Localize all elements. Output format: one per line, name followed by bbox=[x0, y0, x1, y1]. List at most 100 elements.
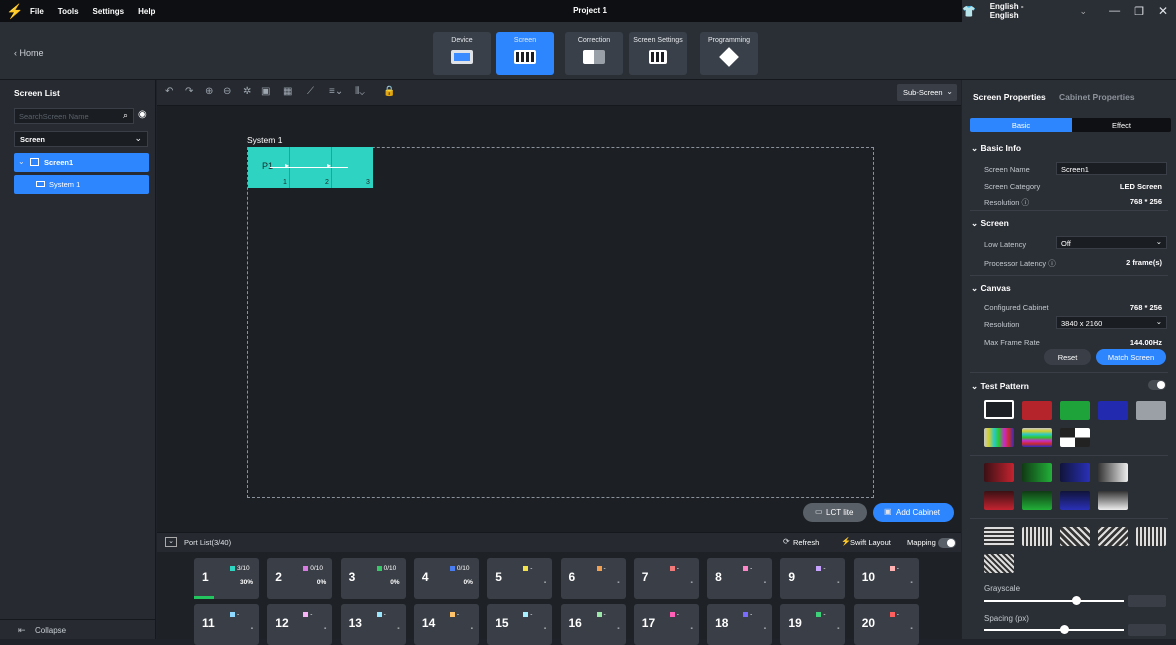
align-icon[interactable]: ≡⌄ bbox=[329, 86, 343, 97]
collapse-port-list-icon[interactable]: ⌄ bbox=[165, 537, 177, 547]
reset-button[interactable]: Reset bbox=[1044, 349, 1091, 365]
tree-item-screen1[interactable]: ⌄ Screen1 bbox=[14, 153, 149, 172]
pattern-diagonal-lines[interactable] bbox=[1060, 527, 1090, 546]
pattern-blue-gradient[interactable] bbox=[1060, 463, 1090, 482]
divider bbox=[970, 372, 1168, 373]
expand-chevron-icon[interactable]: ⌄ bbox=[18, 157, 25, 166]
subtab-effect[interactable]: Effect bbox=[1072, 118, 1171, 132]
nav-screen-settings-button[interactable]: Screen Settings bbox=[629, 32, 687, 75]
menu-tools[interactable]: Tools bbox=[58, 7, 79, 16]
home-link[interactable]: ‹ Home bbox=[14, 48, 44, 58]
subtab-basic[interactable]: Basic bbox=[970, 118, 1072, 132]
refresh-icon[interactable]: ⟳ bbox=[783, 537, 790, 546]
redo-icon[interactable]: ↷ bbox=[185, 86, 193, 97]
pattern-gray[interactable] bbox=[1136, 401, 1166, 420]
port-tile[interactable]: 8 - - bbox=[707, 558, 773, 599]
sub-screen-dropdown[interactable]: Sub-Screen ⌄ bbox=[897, 84, 957, 101]
canvas-section-header[interactable]: ⌄ Canvas bbox=[971, 283, 1011, 294]
port-number: 11 bbox=[202, 616, 215, 630]
pattern-grid[interactable] bbox=[1136, 527, 1166, 546]
search-icon[interactable]: ⌕ bbox=[123, 110, 128, 121]
test-pattern-header[interactable]: ⌄ Test Pattern bbox=[971, 381, 1029, 392]
tab-cabinet-properties[interactable]: Cabinet Properties bbox=[1059, 92, 1135, 102]
pattern-blue-vgradient[interactable] bbox=[1060, 491, 1090, 510]
zoom-out-icon[interactable]: ⊖ bbox=[223, 86, 231, 97]
close-icon[interactable]: ✕ bbox=[1158, 4, 1168, 18]
fit-icon[interactable]: ✲ bbox=[243, 86, 251, 97]
tree-item-system1[interactable]: System 1 bbox=[14, 175, 149, 194]
grayscale-slider[interactable] bbox=[984, 600, 1124, 602]
screen-filter-select[interactable]: Screen ⌄ bbox=[14, 131, 148, 147]
port-tile[interactable]: 10 - - bbox=[853, 558, 919, 599]
pattern-green-gradient[interactable] bbox=[1022, 463, 1052, 482]
pattern-gray-vgradient[interactable] bbox=[1098, 491, 1128, 510]
pattern-horizontal-lines[interactable] bbox=[984, 527, 1014, 546]
pattern-reverse-diagonal[interactable] bbox=[1098, 527, 1128, 546]
nav-screen-button[interactable]: Screen bbox=[496, 32, 554, 75]
zoom-in-icon[interactable]: ⊕ bbox=[205, 86, 213, 97]
grayscale-slider-thumb[interactable] bbox=[1072, 596, 1081, 605]
fullscreen-icon[interactable]: ▣ bbox=[261, 86, 270, 97]
pattern-color-bars[interactable] bbox=[984, 428, 1014, 447]
canvas-resolution-select[interactable]: 3840 x 2160 ⌄ bbox=[1056, 316, 1167, 329]
pattern-vertical-lines[interactable] bbox=[1022, 527, 1052, 546]
pattern-gray-gradient[interactable] bbox=[1098, 463, 1128, 482]
eye-icon[interactable]: ◉ bbox=[138, 109, 147, 120]
screen-name-input[interactable]: Screen1 bbox=[1056, 162, 1167, 175]
distribute-icon[interactable]: ⦀⌄ bbox=[355, 86, 365, 97]
test-pattern-toggle[interactable] bbox=[1148, 380, 1166, 390]
pattern-black[interactable] bbox=[984, 400, 1014, 419]
nav-programming-button[interactable]: Programming bbox=[700, 32, 758, 75]
nav-correction-button[interactable]: Correction bbox=[565, 32, 623, 75]
info-icon[interactable]: ⓘ bbox=[1019, 198, 1030, 207]
info-icon[interactable]: ⓘ bbox=[1046, 259, 1056, 268]
pattern-green-vgradient[interactable] bbox=[1022, 491, 1052, 510]
spacing-slider-thumb[interactable] bbox=[1060, 625, 1069, 634]
screen-section-header[interactable]: ⌄ Screen bbox=[971, 218, 1009, 229]
match-screen-button[interactable]: Match Screen bbox=[1096, 349, 1166, 365]
tab-screen-properties[interactable]: Screen Properties bbox=[973, 92, 1046, 102]
pattern-blue[interactable] bbox=[1098, 401, 1128, 420]
pattern-red-vgradient[interactable] bbox=[984, 491, 1014, 510]
grayscale-input[interactable] bbox=[1128, 595, 1166, 607]
port-tile[interactable]: 9 - - bbox=[780, 558, 846, 599]
chevron-down-icon[interactable]: ⌄ bbox=[1080, 6, 1088, 17]
cabinet-group[interactable]: P1 ▸ ▸ 1 2 3 bbox=[248, 147, 373, 188]
nav-device-button[interactable]: Device bbox=[433, 32, 491, 75]
tshirt-icon[interactable]: 👕 bbox=[962, 5, 976, 18]
refresh-button[interactable]: Refresh bbox=[793, 538, 819, 547]
port-tile[interactable]: 3 0/10 0% bbox=[340, 558, 406, 599]
port-tile[interactable]: 5 - - bbox=[487, 558, 553, 599]
collapse-button[interactable]: ⇤ Collapse bbox=[0, 619, 156, 639]
port-tile[interactable]: 4 0/10 0% bbox=[413, 558, 479, 599]
low-latency-select[interactable]: Off ⌄ bbox=[1056, 236, 1167, 249]
minimize-icon[interactable]: — bbox=[1109, 5, 1120, 17]
mapping-toggle[interactable] bbox=[938, 538, 956, 548]
language-select[interactable]: English - English bbox=[990, 2, 1038, 20]
spacing-slider[interactable] bbox=[984, 629, 1124, 631]
menu-file[interactable]: File bbox=[30, 7, 44, 16]
menu-help[interactable]: Help bbox=[138, 7, 155, 16]
pattern-red[interactable] bbox=[1022, 401, 1052, 420]
pattern-checker[interactable] bbox=[1060, 428, 1090, 447]
restore-icon[interactable]: ❐ bbox=[1134, 5, 1144, 18]
grid-icon[interactable]: ▦ bbox=[283, 86, 292, 97]
pattern-crosshatch[interactable] bbox=[984, 554, 1014, 573]
port-tile[interactable]: 6 - - bbox=[560, 558, 626, 599]
spacing-input[interactable] bbox=[1128, 624, 1166, 636]
pattern-green[interactable] bbox=[1060, 401, 1090, 420]
lock-icon[interactable]: 🔒 bbox=[383, 86, 395, 97]
connect-icon[interactable]: ⟋ bbox=[307, 86, 314, 97]
pattern-horizontal-bars[interactable] bbox=[1022, 428, 1052, 447]
port-tile[interactable]: 2 0/10 0% bbox=[267, 558, 333, 599]
add-cabinet-button[interactable]: ▣ Add Cabinet bbox=[873, 503, 954, 522]
port-tile[interactable]: 7 - - bbox=[633, 558, 699, 599]
lct-lite-button[interactable]: ▭ LCT lite bbox=[803, 503, 867, 522]
pattern-red-gradient[interactable] bbox=[984, 463, 1014, 482]
screen-search-input[interactable]: SearchScreen Name ⌕ bbox=[14, 108, 134, 124]
swift-layout-button[interactable]: Swift Layout bbox=[850, 538, 891, 547]
port-tile[interactable]: 1 3/10 30% bbox=[194, 558, 259, 599]
menu-settings[interactable]: Settings bbox=[93, 7, 125, 16]
undo-icon[interactable]: ↶ bbox=[165, 86, 173, 97]
basic-info-header[interactable]: ⌄ Basic Info bbox=[971, 143, 1021, 154]
